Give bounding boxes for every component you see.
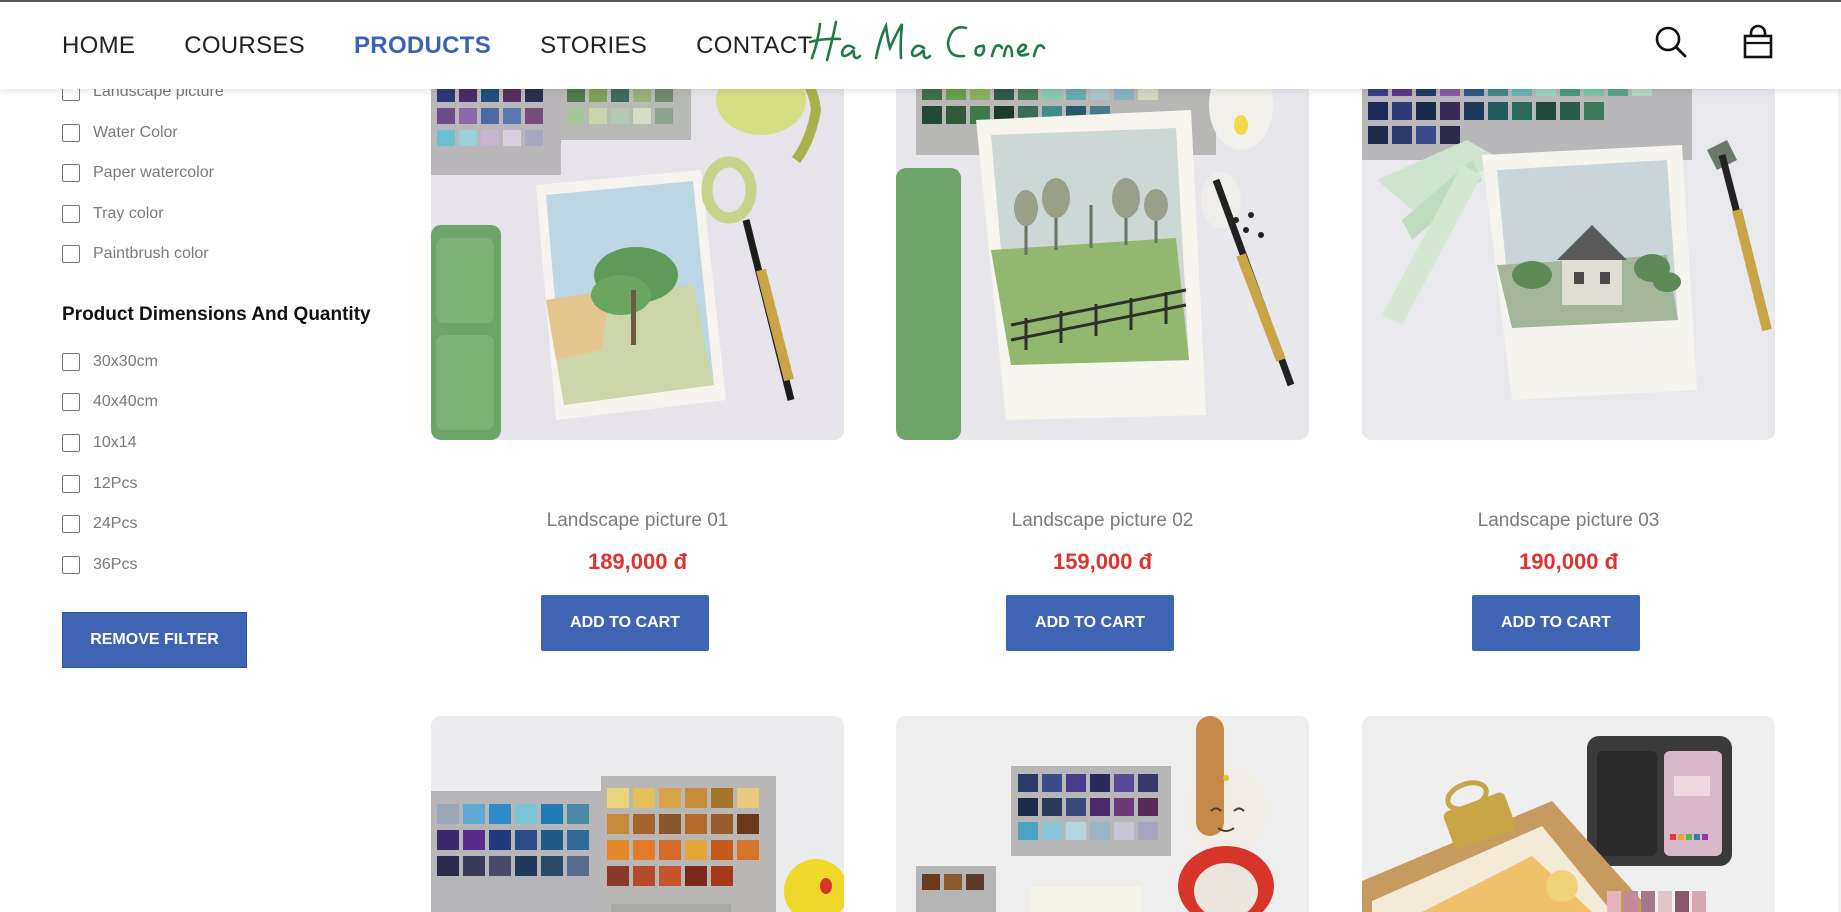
filter-water-color[interactable]: Water Color (62, 124, 178, 142)
filter-label: Paintbrush color (93, 245, 209, 262)
filter-label: Water Color (93, 124, 178, 141)
main-nav: HOME COURSES PRODUCTS STORIES CONTACT (62, 2, 861, 89)
add-to-cart-button[interactable]: ADD TO CART (1006, 595, 1174, 651)
checkbox[interactable] (62, 124, 80, 142)
watercolor-landscape-image-3 (1362, 60, 1775, 440)
product-image[interactable] (1362, 716, 1775, 912)
filter-40x40cm[interactable]: 40x40cm (62, 393, 158, 411)
dimensions-section-title: Product Dimensions And Quantity (62, 304, 371, 325)
nav-stories[interactable]: STORIES (540, 32, 647, 60)
filter-label: 36Pcs (93, 556, 138, 573)
filter-label: Paper watercolor (93, 164, 214, 181)
checkbox[interactable] (62, 393, 80, 411)
site-header: HOME COURSES PRODUCTS STORIES CONTACT (0, 0, 1841, 89)
add-to-cart-button[interactable]: ADD TO CART (541, 595, 709, 651)
add-to-cart-button[interactable]: ADD TO CART (1472, 595, 1640, 651)
checkbox[interactable] (62, 353, 80, 371)
product-title[interactable]: Landscape picture 02 (896, 510, 1309, 532)
watercolor-palette-image (431, 716, 844, 912)
nav-home[interactable]: HOME (62, 32, 135, 60)
product-price: 190,000 đ (1518, 549, 1619, 574)
checkbox[interactable] (62, 556, 80, 574)
product-image[interactable] (896, 716, 1309, 912)
filter-12pcs[interactable]: 12Pcs (62, 475, 137, 493)
watercolor-landscape-image-1 (431, 60, 844, 440)
checkbox[interactable] (62, 164, 80, 182)
filter-label: 10x14 (93, 434, 137, 451)
product-title[interactable]: Landscape picture 01 (431, 510, 844, 532)
product-price: 189,000 đ (587, 549, 688, 574)
checkbox[interactable] (62, 205, 80, 223)
filter-36pcs[interactable]: 36Pcs (62, 556, 137, 574)
filter-label: 12Pcs (93, 475, 138, 492)
shopping-bag-icon[interactable] (1740, 24, 1776, 60)
product-image[interactable] (1362, 60, 1775, 440)
checkbox[interactable] (62, 475, 80, 493)
logo-script (808, 20, 1046, 62)
filter-label: 30x30cm (93, 353, 158, 370)
product-price: 159,000 đ (1052, 549, 1153, 574)
product-image[interactable] (896, 60, 1309, 440)
search-icon[interactable] (1653, 24, 1689, 60)
nav-contact[interactable]: CONTACT (696, 32, 812, 60)
nav-courses[interactable]: COURSES (184, 32, 305, 60)
checkbox[interactable] (62, 434, 80, 452)
checkbox[interactable] (62, 245, 80, 263)
product-title[interactable]: Landscape picture 03 (1362, 510, 1775, 532)
site-logo[interactable] (806, 12, 1056, 72)
filter-label: Tray color (93, 205, 164, 222)
filter-paper-watercolor[interactable]: Paper watercolor (62, 164, 214, 182)
filter-label: 24Pcs (93, 515, 138, 532)
product-image[interactable] (431, 716, 844, 912)
filter-10x14[interactable]: 10x14 (62, 434, 137, 452)
nav-products[interactable]: PRODUCTS (354, 32, 491, 60)
filter-30x30cm[interactable]: 30x30cm (62, 353, 158, 371)
filter-paintbrush-color[interactable]: Paintbrush color (62, 245, 209, 263)
watercolor-figurine-image (896, 716, 1309, 912)
filter-tray-color[interactable]: Tray color (62, 205, 164, 223)
filter-24pcs[interactable]: 24Pcs (62, 515, 137, 533)
product-image[interactable] (431, 60, 844, 440)
remove-filter-button[interactable]: REMOVE FILTER (62, 612, 247, 668)
checkbox[interactable] (62, 515, 80, 533)
filter-label: 40x40cm (93, 393, 158, 410)
watercolor-clipboard-image (1362, 716, 1775, 912)
watercolor-landscape-image-2 (896, 60, 1309, 440)
